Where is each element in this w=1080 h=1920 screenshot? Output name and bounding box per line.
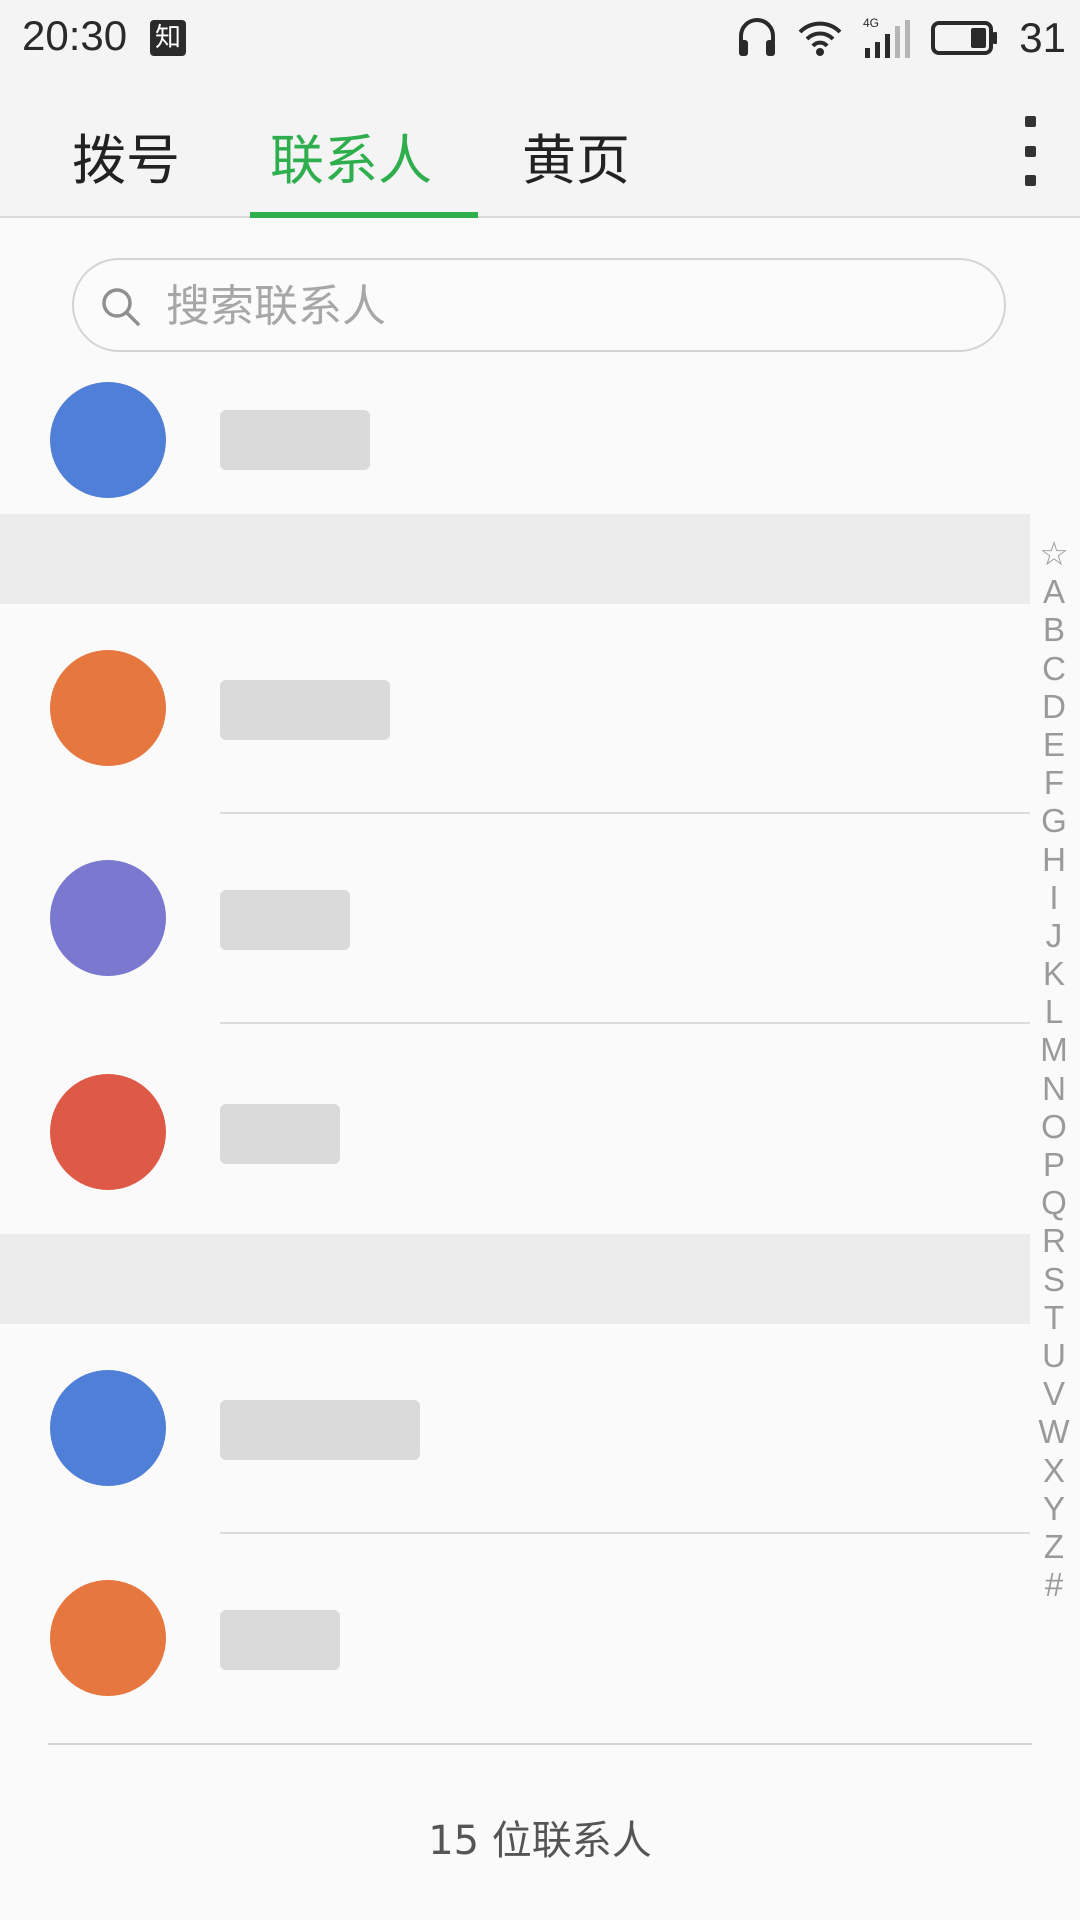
contact-name: [220, 410, 370, 470]
alphabet-index-letter[interactable]: R: [1042, 1222, 1066, 1260]
alphabet-index-letter[interactable]: F: [1044, 764, 1064, 802]
alphabet-index-letter[interactable]: P: [1043, 1146, 1065, 1184]
alphabet-index-letter[interactable]: #: [1045, 1566, 1063, 1604]
alphabet-index-letter[interactable]: I: [1049, 879, 1058, 917]
network-type-label: 4G: [863, 16, 879, 30]
contacts-screen: 20:30 知 4G 31 拨号 联系人 黄页 搜索联系人 ☆ A B C D …: [0, 0, 1080, 1920]
status-icons: 4G 31: [737, 12, 1066, 64]
alphabet-index-letter[interactable]: A: [1043, 573, 1065, 611]
alphabet-index-letter[interactable]: N: [1042, 1070, 1066, 1108]
contact-name: [220, 1104, 340, 1164]
alphabet-index-letter[interactable]: O: [1041, 1108, 1067, 1146]
contact-avatar: [50, 1580, 166, 1696]
status-bar: 20:30 知 4G 31: [0, 0, 1080, 76]
footer-divider: [48, 1743, 1032, 1745]
alphabet-index-letter[interactable]: L: [1045, 993, 1063, 1031]
alphabet-index-letter[interactable]: Z: [1044, 1528, 1064, 1566]
contact-avatar: [50, 1370, 166, 1486]
alphabet-index-letter[interactable]: V: [1043, 1375, 1065, 1413]
more-dot: [1024, 116, 1036, 127]
contact-row[interactable]: [0, 1534, 1030, 1744]
favorites-index-star-icon[interactable]: ☆: [1039, 535, 1069, 573]
alphabet-index-letter[interactable]: J: [1046, 917, 1063, 955]
alphabet-index-letter[interactable]: X: [1043, 1452, 1065, 1490]
search-box[interactable]: [72, 258, 1006, 352]
alphabet-index-letter[interactable]: W: [1038, 1413, 1069, 1451]
wifi-icon: [798, 21, 842, 56]
alphabet-index-letter[interactable]: C: [1042, 650, 1066, 688]
battery-icon: [931, 21, 998, 55]
more-dot: [1024, 145, 1036, 157]
alphabet-index-letter[interactable]: B: [1043, 611, 1065, 649]
contact-count: 15 位联系人: [428, 1818, 652, 1864]
contact-name: [220, 1400, 420, 1460]
active-tab-indicator: [250, 212, 478, 218]
cellular-signal-icon: 4G: [863, 16, 911, 58]
more-dot: [1024, 175, 1036, 186]
alphabet-index[interactable]: ☆ A B C D E F G H I J K L M N O P Q R S T U V W X Y Z #: [1028, 535, 1080, 1604]
contact-avatar: [50, 1074, 166, 1190]
alphabet-index-letter[interactable]: U: [1042, 1337, 1066, 1375]
alphabet-index-letter[interactable]: K: [1043, 955, 1065, 993]
battery-level: 31: [1019, 14, 1066, 61]
headphones-icon: [739, 18, 776, 56]
alphabet-index-letter[interactable]: M: [1040, 1031, 1068, 1069]
contact-avatar: [50, 650, 166, 766]
contact-avatar: [50, 860, 166, 976]
contact-row[interactable]: [0, 814, 1030, 1024]
alphabet-index-letter[interactable]: H: [1042, 841, 1066, 879]
tab-bar: 拨号 联系人 黄页: [0, 76, 1080, 218]
tab-contacts[interactable]: 联系人: [270, 116, 432, 195]
alphabet-index-letter[interactable]: S: [1043, 1261, 1065, 1299]
section-header: [0, 514, 1030, 604]
section-header: [0, 1234, 1030, 1324]
contact-row[interactable]: [0, 1024, 1030, 1244]
alphabet-index-letter[interactable]: G: [1041, 802, 1067, 840]
alphabet-index-letter[interactable]: Y: [1043, 1490, 1065, 1528]
tab-yellow-pages[interactable]: 黄页: [522, 116, 630, 195]
contact-row[interactable]: [0, 352, 1030, 514]
search-icon: [102, 288, 140, 326]
contact-row[interactable]: [0, 604, 1030, 814]
contact-name: [220, 680, 390, 740]
search-input[interactable]: [164, 272, 968, 340]
alphabet-index-letter[interactable]: T: [1044, 1299, 1064, 1337]
contact-name: [220, 1610, 340, 1670]
more-options-button[interactable]: [1010, 116, 1050, 186]
contact-name: [220, 890, 350, 950]
contact-avatar: [50, 382, 166, 498]
alphabet-index-letter[interactable]: D: [1042, 688, 1066, 726]
zhihu-notification-icon: 知: [150, 20, 186, 56]
status-time: 20:30: [22, 12, 128, 59]
alphabet-index-letter[interactable]: E: [1043, 726, 1065, 764]
contact-row[interactable]: [0, 1324, 1030, 1534]
tab-dialer[interactable]: 拨号: [72, 116, 180, 195]
alphabet-index-letter[interactable]: Q: [1041, 1184, 1067, 1222]
